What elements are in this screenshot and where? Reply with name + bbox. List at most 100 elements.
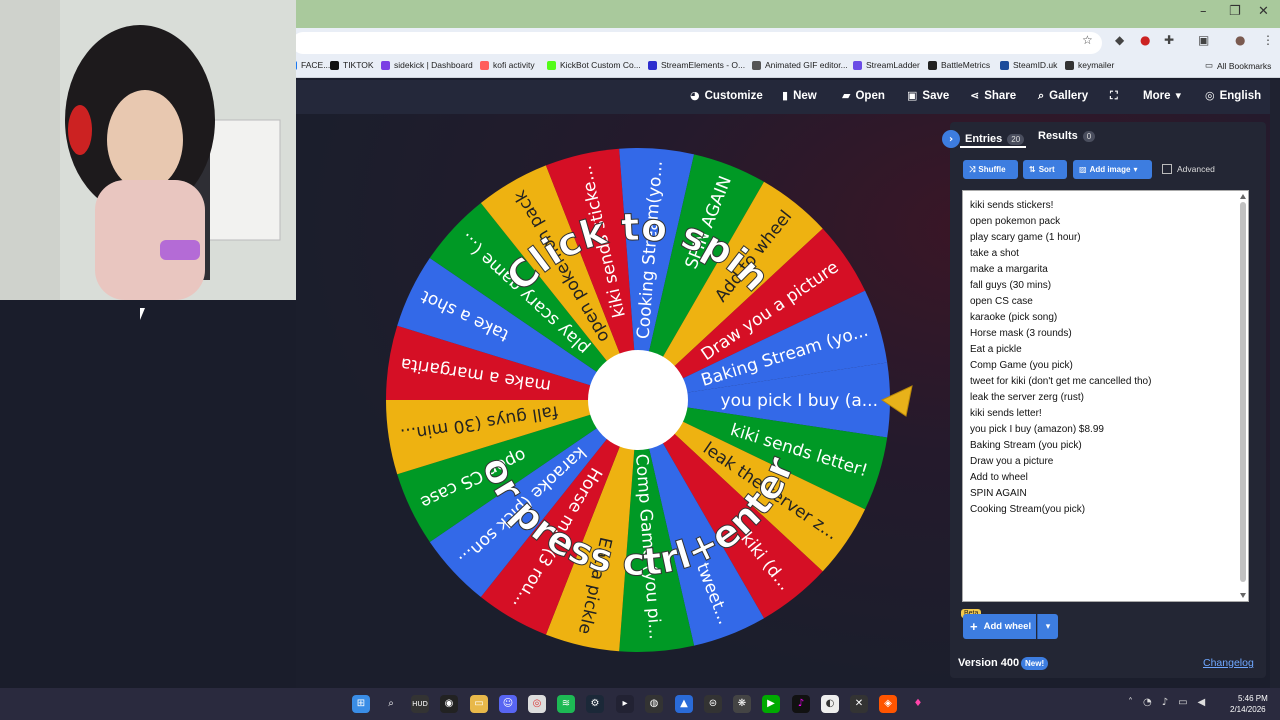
add-wheel-button[interactable]: + Add wheel bbox=[963, 614, 1036, 639]
app-icon-4[interactable]: ◐ bbox=[821, 695, 839, 713]
tray-icons[interactable]: ˄◔♪▭◀ bbox=[1128, 697, 1215, 708]
bookmark-item[interactable]: BattleMetrics bbox=[928, 60, 990, 70]
chrome-menu-icon[interactable]: ⋮ bbox=[1262, 33, 1274, 47]
clock-time[interactable]: 5:46 PM bbox=[1238, 694, 1268, 703]
wheel-center-hub[interactable] bbox=[588, 350, 688, 450]
add-image-button[interactable]: ▨ Add image ▾ bbox=[1073, 160, 1152, 179]
extension-icon-red[interactable]: ● bbox=[1140, 33, 1150, 47]
entry-line[interactable]: kiki sends letter! bbox=[970, 406, 1241, 422]
entry-line[interactable]: tweet for kiki (don't get me cancelled t… bbox=[970, 374, 1241, 390]
entry-line[interactable]: play scary game (1 hour) bbox=[970, 230, 1241, 246]
app-icon-3[interactable]: ❋ bbox=[733, 695, 751, 713]
spotify-icon[interactable]: ≋ bbox=[557, 695, 575, 713]
start-icon[interactable]: ⊞ bbox=[352, 695, 370, 713]
share-button[interactable]: ⋖ Share bbox=[970, 89, 1016, 102]
app-icon[interactable]: ◉ bbox=[440, 695, 458, 713]
entries-scrollbar[interactable] bbox=[1239, 192, 1247, 600]
new-button[interactable]: ▮ New bbox=[782, 89, 817, 102]
bookmark-favicon-icon bbox=[381, 60, 390, 70]
app-icon-2[interactable]: ⊜ bbox=[704, 695, 722, 713]
customize-button[interactable]: ◕ Customize bbox=[690, 89, 763, 102]
entry-line[interactable]: karaoke (pick song) bbox=[970, 310, 1241, 326]
search-icon[interactable]: ⌕ bbox=[382, 695, 400, 713]
advanced-toggle[interactable]: Advanced bbox=[1162, 164, 1215, 174]
open-button[interactable]: ▰ Open bbox=[842, 89, 885, 102]
entry-line[interactable]: SPIN AGAIN bbox=[970, 486, 1241, 502]
tab-results[interactable]: Results 0 bbox=[1038, 130, 1096, 142]
bookmark-label: Animated GIF editor... bbox=[765, 60, 848, 70]
discord-icon[interactable]: ☺ bbox=[499, 695, 517, 713]
entry-line[interactable]: Draw you a picture bbox=[970, 454, 1241, 470]
entry-line[interactable]: kiki sends stickers! bbox=[970, 198, 1241, 214]
app-icon-5[interactable]: ✕ bbox=[850, 695, 868, 713]
shuffle-button[interactable]: ⤨ Shuffle bbox=[963, 160, 1018, 179]
sort-button[interactable]: ⇅ Sort bbox=[1023, 160, 1067, 179]
entry-line[interactable]: leak the server zerg (rust) bbox=[970, 390, 1241, 406]
entry-line[interactable]: open CS case bbox=[970, 294, 1241, 310]
spin-wheel[interactable]: you pick I buy (a...kiki sends letter!le… bbox=[380, 140, 920, 660]
bookmark-item[interactable]: KickBot Custom Co... bbox=[547, 60, 641, 70]
bookmark-item[interactable]: StreamElements - O... bbox=[648, 60, 745, 70]
bookmark-item[interactable]: StreamLadder bbox=[853, 60, 920, 70]
entry-line[interactable]: open pokemon pack bbox=[970, 214, 1241, 230]
address-bar[interactable] bbox=[292, 32, 1102, 54]
entries-textarea[interactable]: kiki sends stickers! open pokemon pack pla… bbox=[962, 190, 1249, 602]
bookmark-item[interactable]: sidekick | Dashboard bbox=[381, 60, 473, 70]
entry-line[interactable]: Add to wheel bbox=[970, 470, 1241, 486]
chrome-icon[interactable]: ◎ bbox=[528, 695, 546, 713]
save-button[interactable]: ▣ Save bbox=[907, 89, 949, 102]
brave-icon[interactable]: ◈ bbox=[879, 695, 897, 713]
tiktok-icon[interactable]: ♪ bbox=[792, 695, 810, 713]
pin-icon[interactable]: ♦ bbox=[909, 695, 927, 713]
search-icon: ⌕ bbox=[1038, 89, 1045, 102]
steam-icon[interactable]: ⚙ bbox=[586, 695, 604, 713]
entry-line[interactable]: Baking Stream (you pick) bbox=[970, 438, 1241, 454]
entry-line[interactable]: make a margarita bbox=[970, 262, 1241, 278]
close-icon[interactable]: ✕ bbox=[1258, 4, 1269, 19]
bookmark-star-icon[interactable]: ☆ bbox=[1082, 33, 1093, 47]
bookmark-item[interactable]: Animated GIF editor... bbox=[752, 60, 848, 70]
changelog-link[interactable]: Changelog bbox=[1203, 657, 1254, 669]
photos-icon[interactable]: ▲ bbox=[675, 695, 693, 713]
bookmark-item[interactable]: keymailer bbox=[1065, 60, 1114, 70]
more-button[interactable]: More ▾ bbox=[1143, 89, 1181, 102]
terminal-icon[interactable]: ▶ bbox=[762, 695, 780, 713]
hud-app-icon[interactable]: HUD bbox=[411, 695, 429, 713]
restore-icon[interactable]: ❐ bbox=[1229, 4, 1241, 19]
gallery-button[interactable]: ⌕ Gallery bbox=[1038, 89, 1088, 103]
entry-line[interactable]: Eat a pickle bbox=[970, 342, 1241, 358]
obs-icon[interactable]: ◍ bbox=[645, 695, 663, 713]
extension-icon[interactable]: ◆ bbox=[1115, 33, 1124, 47]
chevron-right-icon[interactable]: › bbox=[942, 130, 960, 148]
bookmark-label: StreamLadder bbox=[866, 60, 920, 70]
bookmark-favicon-icon bbox=[1065, 60, 1074, 70]
entry-line[interactable]: Horse mask (3 rounds) bbox=[970, 326, 1241, 342]
clock-date[interactable]: 2/14/2026 bbox=[1230, 705, 1266, 714]
file-explorer-icon[interactable]: ▭ bbox=[470, 695, 488, 713]
image-icon: ▨ bbox=[1079, 165, 1087, 174]
minimize-icon[interactable]: – bbox=[1200, 4, 1207, 19]
page-scrollbar[interactable] bbox=[1270, 80, 1280, 688]
bookmark-item[interactable]: SteamID.uk bbox=[1000, 60, 1057, 70]
profile-avatar-icon[interactable]: ● bbox=[1235, 33, 1245, 47]
add-wheel-dropdown[interactable]: ▾ bbox=[1037, 614, 1058, 639]
mouse-cursor-icon bbox=[140, 308, 145, 320]
caret-down-icon: ▾ bbox=[1045, 621, 1051, 632]
fullscreen-button[interactable]: ⛶ bbox=[1110, 89, 1118, 103]
bookmark-item[interactable]: kofi activity bbox=[480, 60, 535, 70]
share-icon: ⋖ bbox=[970, 89, 980, 102]
advanced-checkbox[interactable] bbox=[1162, 164, 1172, 174]
media-player-icon[interactable]: ▸ bbox=[616, 695, 634, 713]
bookmark-label: FACE... bbox=[301, 60, 331, 70]
entry-line[interactable]: fall guys (30 mins) bbox=[970, 278, 1241, 294]
extensions-puzzle-icon[interactable]: ✚ bbox=[1164, 33, 1174, 47]
tab-search-icon[interactable]: ▣ bbox=[1198, 33, 1209, 47]
language-button[interactable]: ◎ English bbox=[1205, 89, 1261, 102]
entry-line[interactable]: Cooking Stream(you pick) bbox=[970, 502, 1241, 518]
entry-line[interactable]: take a shot bbox=[970, 246, 1241, 262]
entry-line[interactable]: you pick I buy (amazon) $8.99 bbox=[970, 422, 1241, 438]
bookmark-item[interactable]: TIKTOK bbox=[330, 60, 374, 70]
all-bookmarks[interactable]: ▭ All Bookmarks bbox=[1205, 60, 1271, 71]
fullscreen-icon: ⛶ bbox=[1110, 89, 1118, 102]
entry-line[interactable]: Comp Game (you pick) bbox=[970, 358, 1241, 374]
